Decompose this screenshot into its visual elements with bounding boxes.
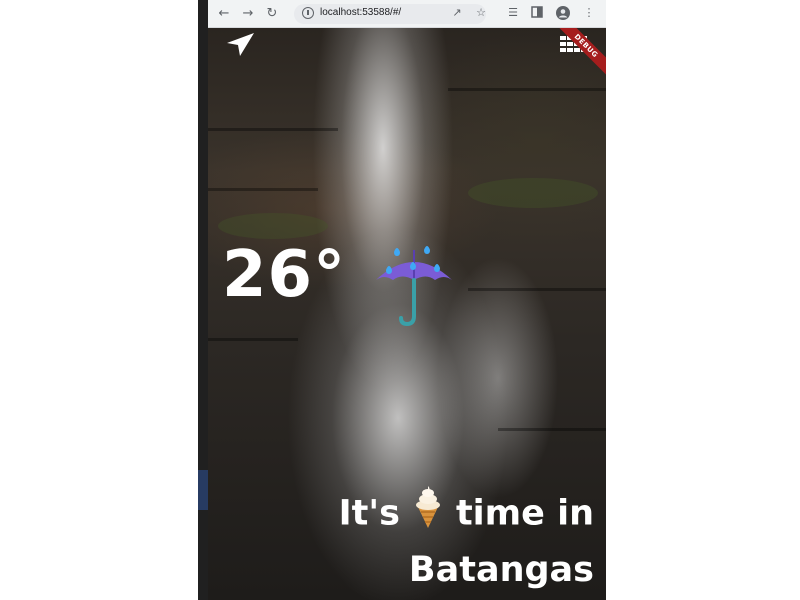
desktop-edge: [198, 0, 208, 600]
site-info-icon[interactable]: [302, 7, 314, 19]
menu-icon[interactable]: ⋮: [582, 6, 596, 20]
back-icon[interactable]: ←: [216, 6, 232, 22]
location-name: Batangas: [408, 550, 594, 590]
forward-icon[interactable]: →: [240, 6, 256, 22]
url-text: localhost:53588/#/: [320, 7, 402, 18]
media-icon[interactable]: ☰: [506, 6, 520, 20]
rock-ledge: [208, 128, 338, 131]
umbrella-with-rain-icon: [376, 246, 452, 327]
moss-patch: [218, 213, 328, 239]
desktop-background-left: [0, 0, 208, 600]
weather-message: It's time in Batangas: [339, 485, 594, 596]
temperature-value: 26°: [222, 238, 347, 312]
message-line-1: It's time in: [339, 485, 594, 544]
rock-ledge: [448, 88, 606, 91]
soft-ice-cream-icon: [410, 485, 446, 544]
rock-ledge: [468, 288, 606, 291]
rock-ledge: [208, 338, 298, 341]
rock-ledge: [498, 428, 606, 431]
app-viewport: DEBUG 26° It's time in Batangas: [208, 28, 606, 600]
location-arrow-icon[interactable]: [224, 30, 256, 58]
bookmark-star-icon[interactable]: ☆: [474, 6, 488, 20]
rock-ledge: [208, 188, 318, 191]
reload-icon[interactable]: ↻: [264, 6, 280, 22]
moss-patch: [468, 178, 598, 208]
side-panel-icon[interactable]: [530, 6, 544, 20]
desktop-background-right: [606, 0, 800, 600]
profile-icon[interactable]: [556, 6, 570, 20]
message-suffix: time in: [455, 493, 594, 534]
message-prefix: It's: [338, 493, 400, 534]
browser-toolbar: ← → ↻ localhost:53588/#/ ↗ ☆ ☰ ⋮: [208, 0, 606, 28]
share-icon[interactable]: ↗: [450, 6, 464, 20]
